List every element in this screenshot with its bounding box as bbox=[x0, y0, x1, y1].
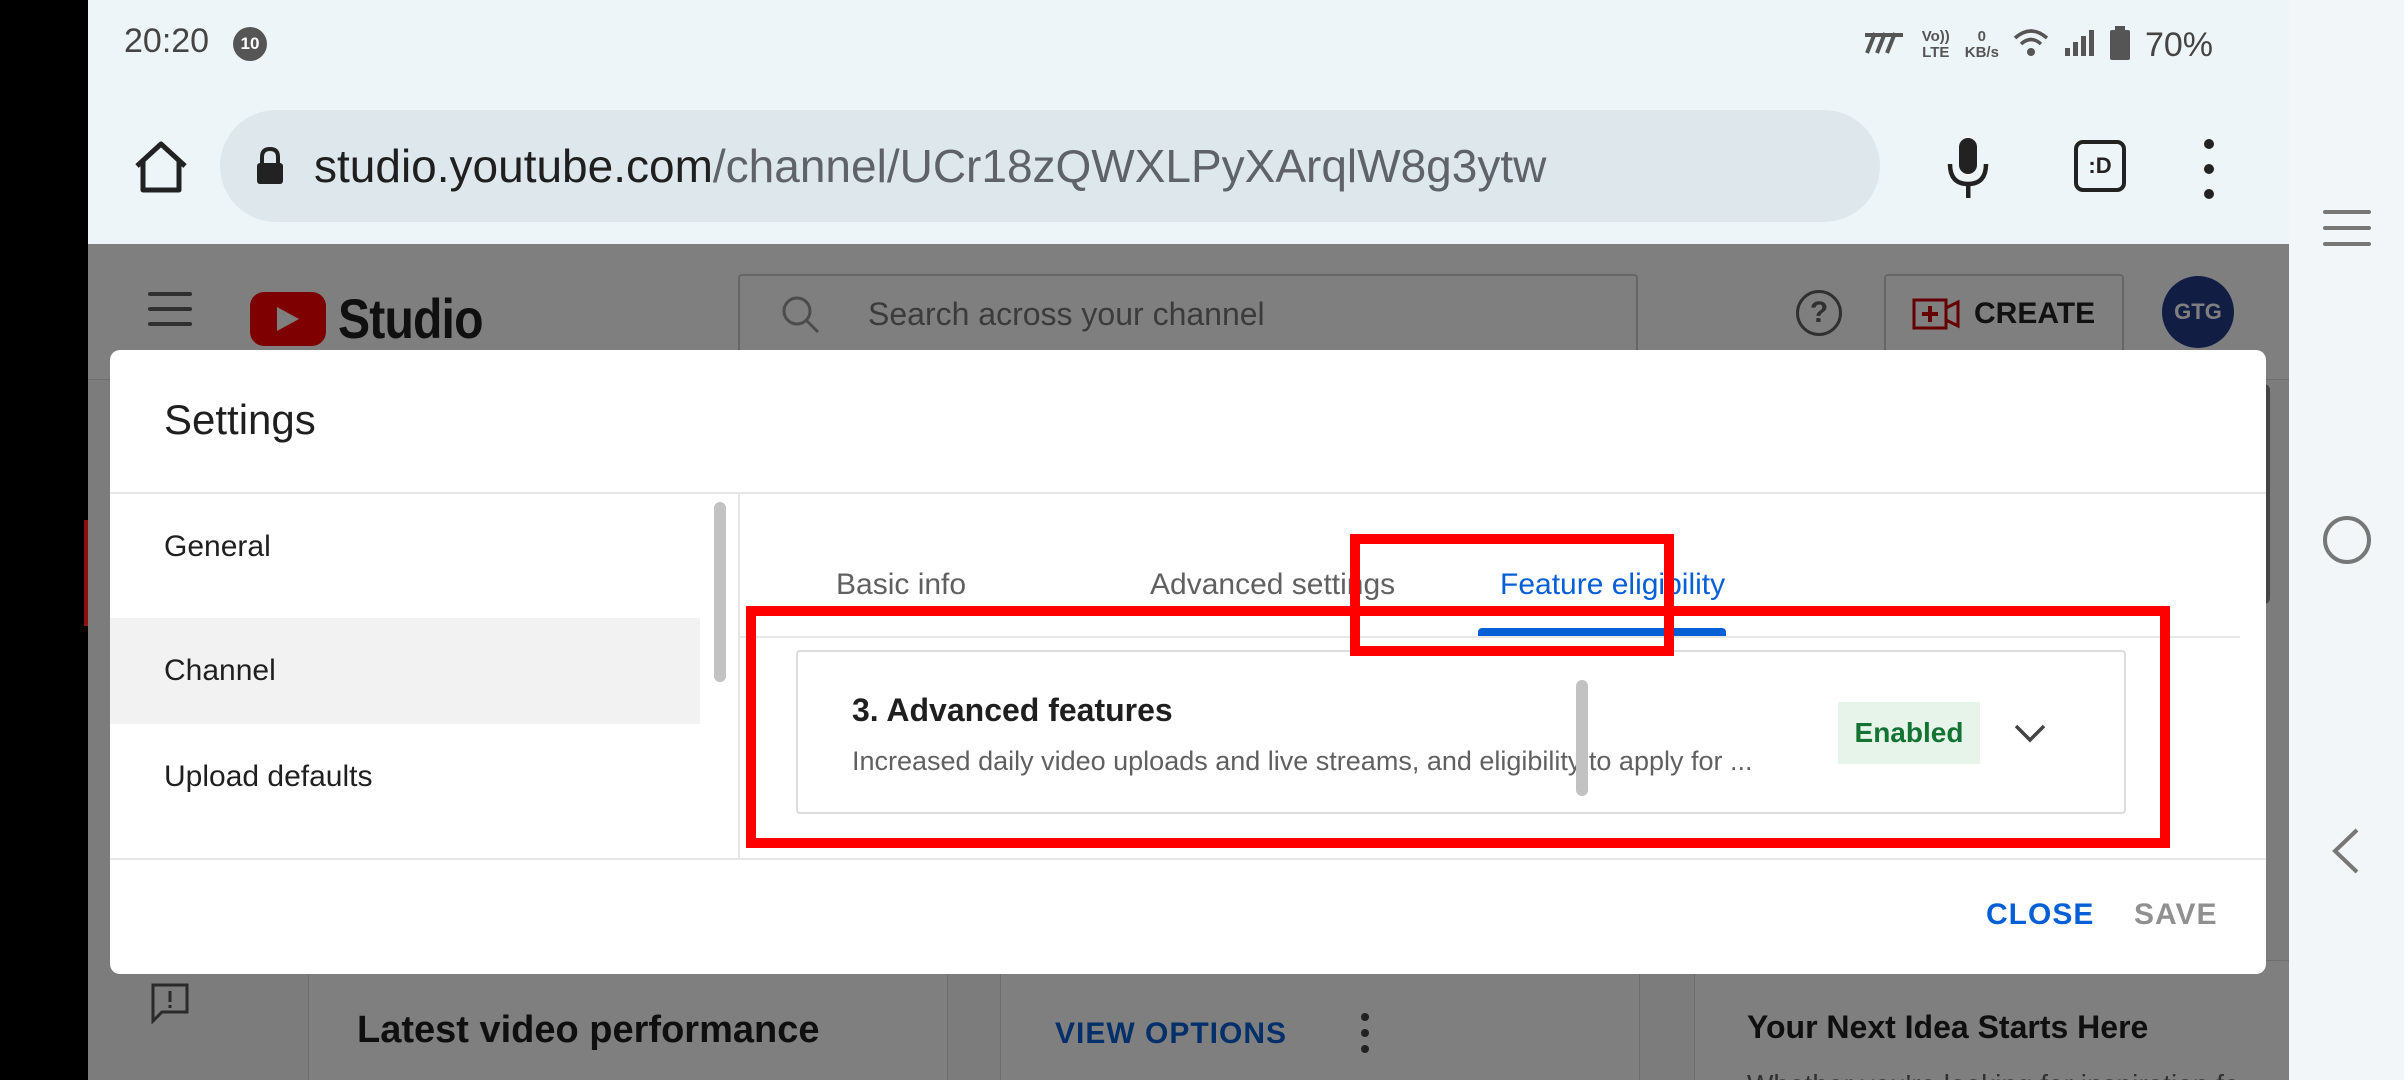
address-bar[interactable]: studio.youtube.com/channel/UCr18zQWXLPyX… bbox=[220, 110, 1880, 222]
notification-badge: 10 bbox=[233, 27, 267, 61]
url-domain: studio.youtube.com bbox=[314, 140, 713, 192]
voice-search-button[interactable] bbox=[1938, 128, 1998, 208]
battery-level: 70% bbox=[2144, 25, 2213, 64]
status-icons: Vo)) LTE 0 KB/s 70% bbox=[1863, 20, 2213, 70]
network-label: Vo)) LTE bbox=[1921, 28, 1950, 61]
nav-item-upload-defaults[interactable]: Upload defaults bbox=[110, 724, 700, 830]
screenshot-root: 20:20 10 Vo)) LTE 0 KB/s 70% studio.yout… bbox=[0, 0, 2404, 1080]
save-button[interactable]: SAVE bbox=[2134, 898, 2217, 932]
nav-item-channel[interactable]: Channel bbox=[110, 618, 700, 724]
browser-toolbar: studio.youtube.com/channel/UCr18zQWXLPyX… bbox=[88, 92, 2289, 244]
tab-switcher-button[interactable]: :D bbox=[2074, 140, 2126, 192]
data-speed-unit: KB/s bbox=[1964, 44, 1999, 61]
nav-scrollbar[interactable] bbox=[714, 502, 726, 682]
recent-apps-icon[interactable] bbox=[2323, 210, 2371, 246]
url-path: /channel/UCr18zQWXLPyXArqlW8g3ytw bbox=[712, 140, 1547, 192]
status-time: 20:20 bbox=[124, 22, 210, 60]
carrier-icon bbox=[1863, 31, 1907, 60]
data-speed-value: 0 bbox=[1977, 28, 1987, 45]
battery-icon bbox=[2109, 25, 2131, 65]
signal-icon bbox=[2063, 28, 2095, 63]
lock-icon bbox=[254, 144, 290, 188]
system-nav-bar bbox=[2289, 0, 2404, 1080]
browser-menu-button[interactable] bbox=[2194, 134, 2224, 204]
microphone-icon bbox=[1947, 138, 1989, 198]
wifi-icon bbox=[2013, 28, 2049, 63]
settings-nav: General Channel Upload defaults bbox=[110, 494, 700, 858]
tab-basic-info[interactable]: Basic info bbox=[836, 568, 966, 602]
nav-item-general[interactable]: General bbox=[110, 494, 700, 600]
status-bar: 20:20 10 Vo)) LTE 0 KB/s 70% bbox=[88, 0, 2289, 92]
home-circle-icon[interactable] bbox=[2323, 516, 2371, 564]
left-black-bar bbox=[0, 0, 88, 1080]
back-icon[interactable] bbox=[2327, 826, 2367, 876]
data-speed: 0 KB/s bbox=[1965, 29, 1999, 61]
dialog-title: Settings bbox=[164, 396, 316, 443]
highlight-box-feature bbox=[746, 606, 2170, 848]
divider bbox=[110, 858, 2266, 860]
close-button[interactable]: CLOSE bbox=[1986, 898, 2094, 932]
home-button[interactable] bbox=[126, 132, 196, 202]
url-text: studio.youtube.com/channel/UCr18zQWXLPyX… bbox=[314, 139, 1546, 193]
phone-screen: 20:20 10 Vo)) LTE 0 KB/s 70% studio.yout… bbox=[88, 0, 2289, 1080]
home-icon bbox=[135, 141, 187, 193]
